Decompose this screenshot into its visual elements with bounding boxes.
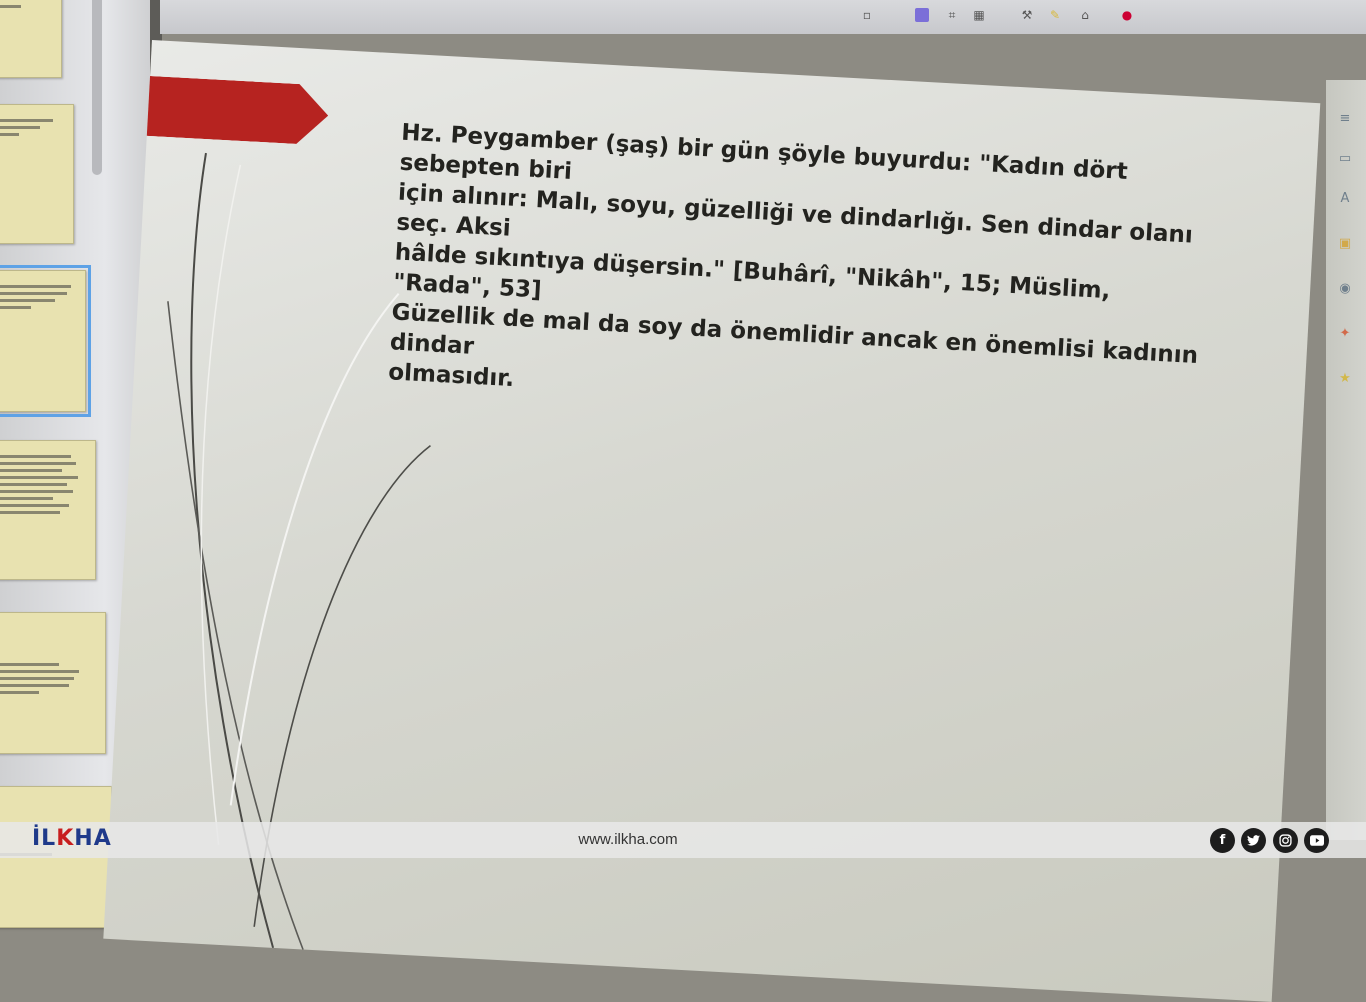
image-icon[interactable] <box>915 8 929 22</box>
slide-thumbnail[interactable] <box>0 0 62 78</box>
slide-thumbnail[interactable] <box>0 440 96 580</box>
record-icon[interactable]: ● <box>1120 8 1134 22</box>
highlighter-icon[interactable]: ✎ <box>1048 8 1062 22</box>
table-icon[interactable]: ▦ <box>972 8 986 22</box>
watermark-bar: İLKHA www.ilkha.com f <box>0 822 1366 858</box>
styles-icon[interactable]: A <box>1336 190 1354 208</box>
slide-thumbnail[interactable] <box>0 612 106 754</box>
format-brush-icon[interactable]: ⚒ <box>1020 8 1034 22</box>
properties-icon[interactable]: ≡ <box>1336 110 1354 128</box>
slide-transition-icon[interactable]: ▭ <box>1336 150 1354 168</box>
pointer-icon[interactable]: ⌂ <box>1078 8 1092 22</box>
master-slides-icon[interactable]: ★ <box>1336 370 1354 388</box>
facebook-icon[interactable]: f <box>1210 828 1235 853</box>
slide-thumbnail-selected[interactable] <box>0 265 91 417</box>
animation-icon[interactable]: ✦ <box>1336 325 1354 343</box>
website-url[interactable]: www.ilkha.com <box>0 831 1256 848</box>
youtube-icon[interactable] <box>1304 828 1329 853</box>
slide-thumbnail[interactable] <box>0 104 74 244</box>
twitter-icon[interactable] <box>1241 828 1266 853</box>
crop-icon[interactable]: ⌗ <box>945 8 959 22</box>
instagram-icon[interactable] <box>1273 828 1298 853</box>
shapes-icon[interactable]: ▫ <box>860 8 874 22</box>
sidebar-deck: ≡ ▭ A ▣ ◉ ✦ ★ <box>1326 80 1366 840</box>
gallery-icon[interactable]: ▣ <box>1336 235 1354 253</box>
editor-toolbar: ▫ ⌗ ▦ ⚒ ✎ ⌂ ● <box>160 0 1366 34</box>
thumbnail-scrollbar[interactable] <box>92 0 102 175</box>
slide-text-box[interactable]: Hz. Peygamber (şaş) bir gün şöyle buyurd… <box>388 118 1211 431</box>
navigator-icon[interactable]: ◉ <box>1336 280 1354 298</box>
